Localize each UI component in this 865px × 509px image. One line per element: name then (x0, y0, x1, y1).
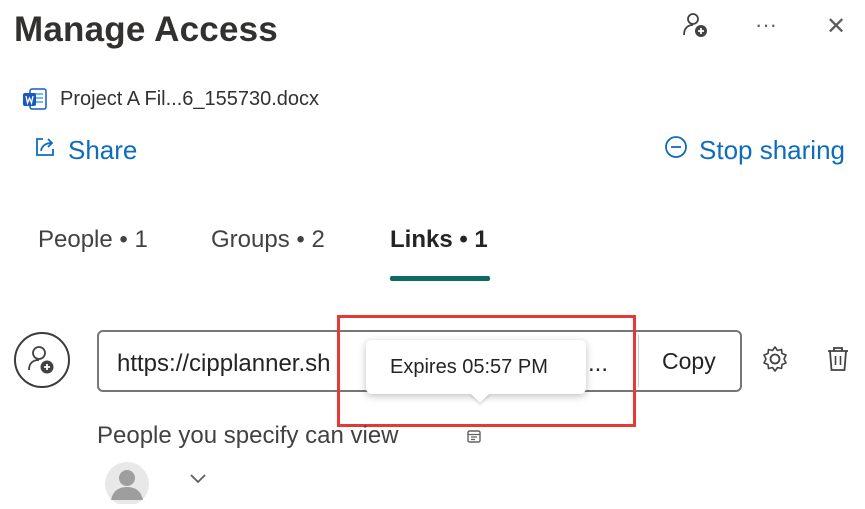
delete-icon[interactable] (822, 342, 854, 381)
tab-links[interactable]: Links • 1 (390, 226, 488, 254)
tab-people[interactable]: People • 1 (38, 226, 148, 254)
share-icon (32, 134, 58, 167)
stop-sharing-icon (663, 134, 689, 167)
highlight-box (337, 315, 636, 427)
chevron-down-icon[interactable] (188, 470, 208, 491)
calendar-icon (466, 428, 482, 449)
link-avatar (14, 332, 70, 388)
tab-groups[interactable]: Groups • 2 (211, 226, 325, 254)
file-name: Project A Fil...6_155730.docx (60, 87, 320, 110)
person-avatar[interactable] (103, 460, 151, 509)
link-url-text: https://cipplanner.sh (117, 350, 331, 377)
stop-sharing-button[interactable]: Stop sharing (663, 134, 845, 167)
share-button[interactable]: Share (32, 134, 137, 167)
gear-icon[interactable] (758, 342, 792, 381)
share-label: Share (68, 135, 138, 165)
add-person-icon (28, 346, 54, 374)
file-row: Project A Fil...6_155730.docx (22, 86, 319, 112)
page-title: Manage Access (14, 10, 278, 49)
active-tab-indicator (390, 276, 490, 281)
stop-sharing-label: Stop sharing (699, 135, 845, 165)
add-person-icon[interactable] (680, 10, 710, 46)
link-permission-text: People you specify can view (97, 422, 399, 449)
word-document-icon (22, 86, 48, 112)
close-icon[interactable]: ✕ (826, 12, 846, 41)
copy-button[interactable]: Copy (662, 348, 716, 375)
copy-divider (638, 335, 639, 387)
more-options-icon[interactable]: ··· (755, 12, 777, 38)
